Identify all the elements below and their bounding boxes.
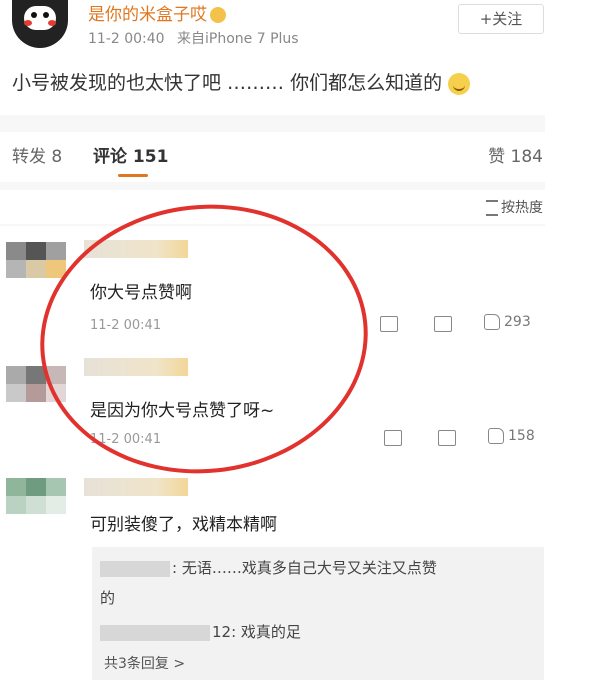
like-button[interactable]: 293 xyxy=(484,314,531,330)
repost-icon[interactable] xyxy=(384,430,402,446)
avatar-pixel xyxy=(26,260,46,278)
avatar-pixel xyxy=(46,242,66,260)
avatar-pixel xyxy=(6,478,26,496)
avatar-pixel xyxy=(6,242,26,260)
avatar-pixel xyxy=(26,384,46,402)
reply-line: : 无语……戏真多自己大号又关注又点赞 xyxy=(100,557,437,578)
post-meta: 11-2 00:40 来自iPhone 7 Plus xyxy=(88,28,307,48)
bear-face-icon xyxy=(24,6,56,30)
avatar-pixel xyxy=(46,496,66,514)
blurred-username xyxy=(100,624,210,641)
like-count: 158 xyxy=(508,428,535,444)
post-body: 小号被发现的也太快了吧 ……… 你们都怎么知道的 xyxy=(12,68,471,95)
username-text[interactable]: 是你的米盒子哎 xyxy=(88,5,207,25)
post-text: 小号被发现的也太快了吧 ……… 你们都怎么知道的 xyxy=(12,72,443,94)
more-replies-link[interactable]: 共3条回复 > xyxy=(104,653,185,673)
follow-button[interactable]: +关注 xyxy=(458,4,544,34)
repost-icon[interactable] xyxy=(380,316,398,332)
tab-repost[interactable]: 转发 8 xyxy=(12,142,62,167)
eye-icon xyxy=(31,12,37,18)
cheek-icon xyxy=(48,20,56,26)
blurred-username xyxy=(100,560,170,577)
avatar-pixel xyxy=(26,496,46,514)
thumb-up-icon xyxy=(484,314,500,330)
tab-like[interactable]: 赞 184 xyxy=(488,142,543,167)
reply-preview[interactable]: : 无语……戏真多自己大号又关注又点赞 的 12: 戏真的足 共3条回复 > xyxy=(92,547,544,680)
comment-username[interactable] xyxy=(84,478,188,496)
avatar-pixel xyxy=(46,478,66,496)
eye-icon xyxy=(43,12,49,18)
reply-text: 12: 戏真的足 xyxy=(212,623,301,641)
sort-label: 按热度 xyxy=(501,200,543,216)
thumb-up-icon xyxy=(488,428,504,444)
post-source: 来自iPhone 7 Plus xyxy=(177,31,299,47)
reply-line-cont: 的 xyxy=(100,589,116,607)
reply-line: 12: 戏真的足 xyxy=(100,621,301,642)
post-time: 11-2 00:40 xyxy=(88,31,165,47)
avatar-pixel xyxy=(6,384,26,402)
smile-emoji-icon xyxy=(448,72,471,95)
reply-text: : 无语……戏真多自己大号又关注又点赞 xyxy=(172,559,437,577)
sort-icon xyxy=(486,200,498,216)
avatar-pixel xyxy=(6,366,26,384)
tab-comment[interactable]: 评论 151 xyxy=(93,142,168,167)
like-count: 293 xyxy=(504,314,531,330)
comment-text: 可别装傻了，戏精本精啊 xyxy=(90,515,277,535)
avatar[interactable] xyxy=(12,0,68,48)
post: 是你的米盒子哎 11-2 00:40 来自iPhone 7 Plus +关注 小… xyxy=(0,0,545,115)
like-button[interactable]: 158 xyxy=(488,428,535,444)
avatar-pixel xyxy=(6,496,26,514)
avatar-pixel xyxy=(26,242,46,260)
sort-button[interactable]: 按热度 xyxy=(486,197,543,217)
reply-icon[interactable] xyxy=(434,316,452,332)
username[interactable]: 是你的米盒子哎 xyxy=(88,0,226,25)
cheek-icon xyxy=(24,20,32,26)
tab-bar: 转发 8 评论 151 赞 184 xyxy=(0,132,545,182)
active-tab-indicator xyxy=(118,174,148,177)
reply-icon[interactable] xyxy=(438,430,456,446)
avatar-pixel xyxy=(6,260,26,278)
emoji-icon xyxy=(210,7,226,23)
comment-avatar[interactable] xyxy=(6,478,68,530)
avatar-pixel xyxy=(26,478,46,496)
